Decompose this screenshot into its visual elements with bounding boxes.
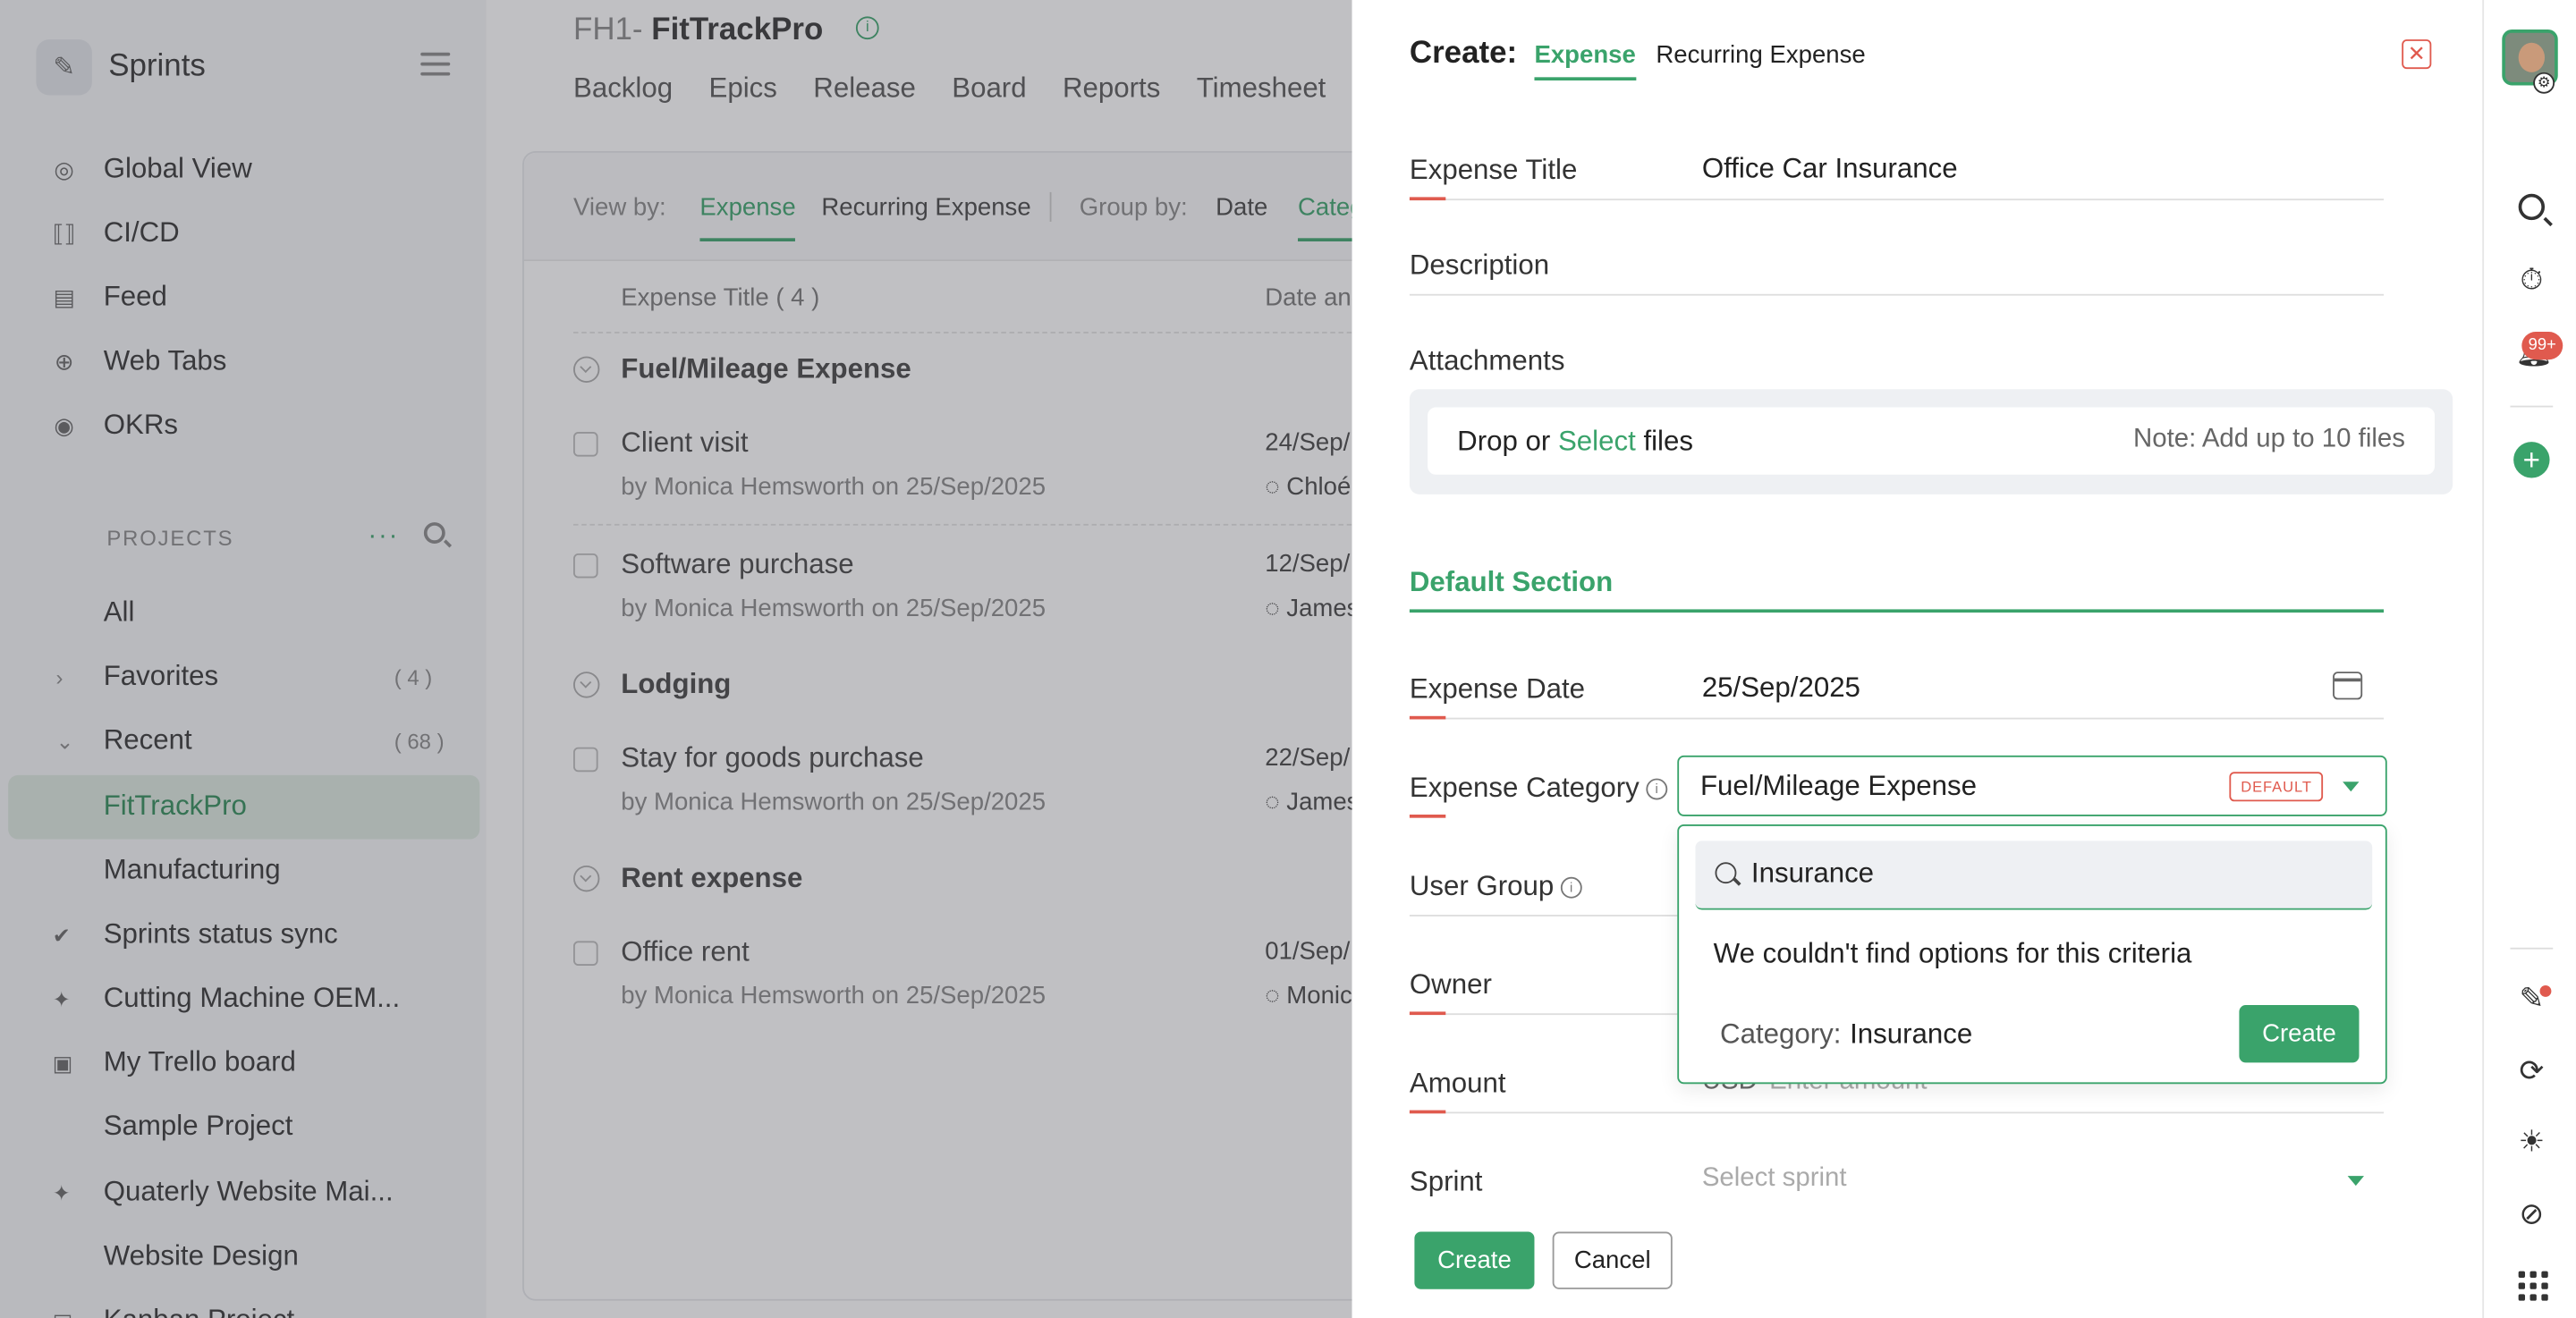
sprint-select[interactable]: Select sprint [1702,1164,1847,1194]
expense-title-label: Expense Title [1409,154,1578,186]
field-underline [1409,199,2385,201]
cancel-button[interactable]: Cancel [1552,1231,1673,1289]
files-label: files [1643,425,1693,457]
section-underline [1409,609,2385,613]
status-dot [2539,985,2552,997]
owner-label: Owner [1409,968,1492,1001]
theme-sun-icon[interactable]: ☀ [2515,1125,2548,1158]
user-group-label: User Group i [1410,870,1582,903]
search-icon[interactable] [2518,193,2546,221]
dropdown-search [1695,841,2373,910]
timer-icon[interactable]: ⏱ [2515,263,2548,296]
required-marker [1409,815,1446,818]
expense-date-label: Expense Date [1409,673,1586,705]
field-underline [1409,1013,1678,1016]
label-text: User Group [1409,870,1555,902]
required-marker [1409,197,1446,201]
integration-icon[interactable]: ⟳ [2515,1054,2548,1087]
required-marker [1409,1110,1446,1114]
tab-recurring-expense[interactable]: Recurring Expense [1656,41,1865,69]
amount-label: Amount [1409,1067,1506,1099]
search-icon [1715,862,1737,884]
attachment-inner: Drop or Select files Note: Add up to 10 … [1428,407,2435,475]
compass-icon[interactable]: ⊘ [2515,1197,2548,1230]
sprint-label: Sprint [1409,1166,1483,1197]
drop-label: Drop or [1457,425,1551,457]
modal-title: Create: [1409,36,1518,71]
description-label: Description [1409,249,1550,282]
attachment-dropzone[interactable]: Drop or Select files Note: Add up to 10 … [1409,389,2453,494]
field-underline [1409,1111,2385,1114]
attachment-note: Note: Add up to 10 files [2133,425,2405,453]
expense-date-field[interactable]: 25/Sep/2025 [1702,672,1860,705]
divider [2510,405,2554,408]
no-results-message: We couldn't find options for this criter… [1713,937,2192,969]
field-underline [1409,293,2385,296]
add-icon[interactable]: + [2513,442,2550,478]
chevron-down-icon[interactable] [2347,1176,2365,1187]
create-category-button[interactable]: Create [2239,1005,2360,1063]
selected-category: Fuel/Mileage Expense [1699,770,1977,802]
attachments-label: Attachments [1409,344,1565,376]
chevron-down-icon[interactable] [2343,782,2360,792]
field-underline [1409,717,2385,720]
create-button[interactable]: Create [1414,1231,1535,1289]
info-icon[interactable]: i [1646,778,1668,800]
app-root: ✎ Sprints ◎ Global View ⟦⟧ CI/CD ▤ Feed ⊕ We… [0,0,2576,1318]
create-expense-modal: Create: Expense Recurring Expense ✕ Expe… [1352,0,2483,1318]
new-category-prefix: Category: [1720,1018,1842,1050]
notification-badge: 99+ [2521,332,2563,360]
category-dropdown: We couldn't find options for this criter… [1677,824,2387,1085]
category-search-input[interactable] [1750,854,2343,894]
avatar-face [2518,42,2546,72]
select-files-link[interactable]: Select [1558,426,1636,457]
required-marker [1409,715,1446,720]
expense-title-field[interactable]: Office Car Insurance [1702,153,1958,186]
gear-icon[interactable]: ⚙ [2533,72,2555,94]
required-marker [1409,1011,1446,1016]
expense-category-label: Expense Category i [1409,772,1668,805]
modal-backdrop[interactable] [0,0,1352,1318]
new-category-value: Insurance [1850,1018,1973,1050]
default-badge: DEFAULT [2229,772,2324,802]
section-title: Default Section [1409,566,1614,598]
expense-category-select[interactable]: Fuel/Mileage Expense DEFAULT [1677,755,2387,816]
field-underline [1409,915,1678,917]
calendar-icon[interactable] [2333,672,2363,700]
tab-expense[interactable]: Expense [1534,41,1636,80]
right-rail: ⚙ ⏱ 🔔︎ 99+ + ✎ ⟳ ☀ ⊘ [2482,0,2576,1318]
label-text: Expense Category [1409,772,1640,804]
apps-grid-icon[interactable] [2518,1271,2548,1301]
divider [2510,947,2554,950]
info-icon[interactable]: i [1560,876,1582,899]
drop-text: Drop or Select files [1457,426,1693,459]
close-icon[interactable]: ✕ [2402,39,2432,70]
